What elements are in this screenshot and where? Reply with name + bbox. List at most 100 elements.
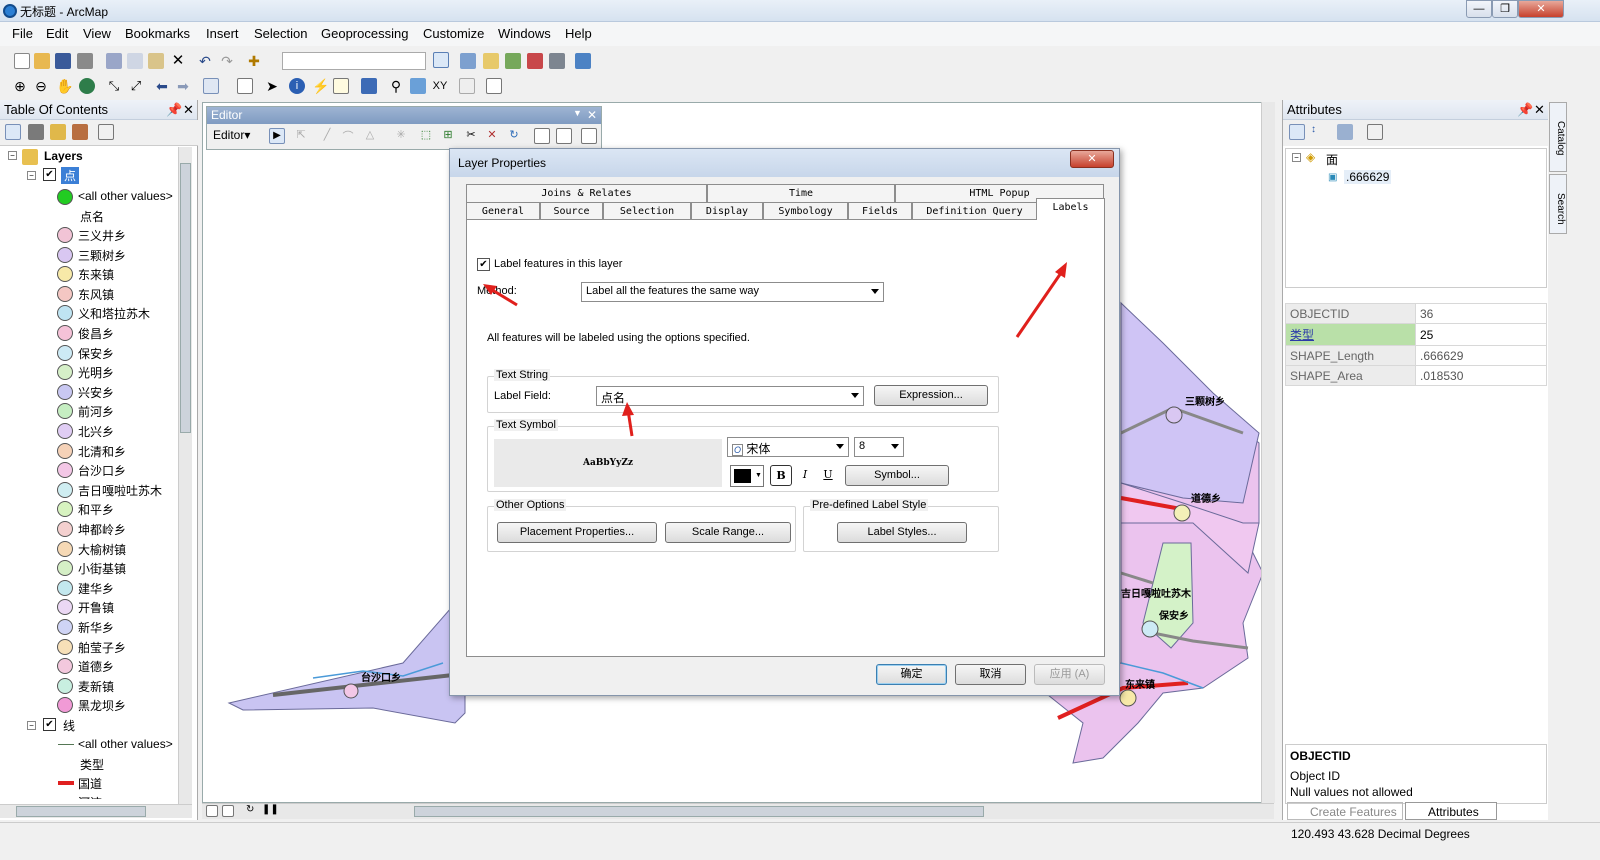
tab-selection[interactable]: Selection <box>603 202 691 220</box>
attribute-row[interactable]: OBJECTID 36 <box>1285 303 1547 324</box>
map-vscrollbar[interactable] <box>1261 102 1275 803</box>
tab-general[interactable]: General <box>466 202 540 220</box>
attribute-field-value[interactable]: .018530 <box>1415 365 1547 386</box>
layer-lines-toggle[interactable]: − <box>27 721 36 730</box>
select-elements-icon[interactable]: ➤ <box>264 78 280 94</box>
zoom-in-icon[interactable]: ⊕ <box>12 78 28 94</box>
split-icon[interactable]: ✕ <box>484 128 500 144</box>
measure-icon[interactable] <box>361 78 377 94</box>
pan-icon[interactable]: ✋ <box>56 78 73 94</box>
toc-hscroll-thumb[interactable] <box>16 806 146 817</box>
fixed-zoom-in-icon[interactable]: ⤡ <box>106 78 122 94</box>
menu-help[interactable]: Help <box>565 26 592 41</box>
menu-geoprocessing[interactable]: Geoprocessing <box>321 26 408 41</box>
tab-display[interactable]: Display <box>691 202 763 220</box>
forward-extent-icon[interactable]: ➡ <box>175 78 191 94</box>
copy-icon[interactable] <box>127 53 143 69</box>
scale-combo[interactable] <box>282 52 426 70</box>
tab-time[interactable]: Time <box>707 184 895 202</box>
editor-toolbar-icon[interactable] <box>433 52 449 68</box>
open-folder-icon[interactable] <box>34 53 50 69</box>
menu-file[interactable]: File <box>12 26 33 41</box>
select-features-icon[interactable] <box>203 78 219 94</box>
create-features-icon[interactable] <box>581 128 597 144</box>
print-icon[interactable] <box>77 53 93 69</box>
close-window-button[interactable]: ✕ <box>1518 0 1564 18</box>
attribute-field-value[interactable]: 36 <box>1415 303 1547 324</box>
attr-options-icon[interactable] <box>1367 124 1383 140</box>
cut-icon[interactable] <box>106 53 122 69</box>
tree-root-label[interactable]: 面 <box>1326 151 1338 168</box>
toc-scrollbar[interactable] <box>178 147 192 804</box>
tab-attributes[interactable]: Attributes <box>1405 802 1497 820</box>
undo-icon[interactable]: ↶ <box>197 53 213 69</box>
editor-menu[interactable]: Editor▾ <box>213 128 250 142</box>
layer-lines-name[interactable]: 线 <box>63 717 75 734</box>
time-slider-icon[interactable] <box>459 78 475 94</box>
edit-vertices-icon[interactable]: ⬚ <box>418 128 434 144</box>
arctoolbox-icon[interactable] <box>527 53 543 69</box>
toc-close-icon[interactable]: ✕ <box>183 102 194 118</box>
hyperlink-icon[interactable]: ⚡ <box>312 78 329 94</box>
pin-icon[interactable]: 📌 <box>166 102 182 118</box>
menu-customize[interactable]: Customize <box>423 26 484 41</box>
side-tab-catalog[interactable]: Catalog <box>1549 102 1567 172</box>
layers-frame-label[interactable]: Layers <box>44 149 83 163</box>
editor-close-icon[interactable]: ✕ <box>587 108 597 122</box>
list-by-visibility-icon[interactable] <box>50 124 66 140</box>
attribute-field-value[interactable]: .666629 <box>1415 345 1547 366</box>
menu-insert[interactable]: Insert <box>206 26 239 41</box>
pause-drawing-icon[interactable]: ❚❚ <box>262 804 279 820</box>
layer-points-name[interactable]: 点 <box>61 167 80 184</box>
attributes-close-icon[interactable]: ✕ <box>1534 102 1545 118</box>
minimize-button[interactable]: — <box>1466 0 1492 18</box>
attribute-field-value[interactable]: 25 <box>1415 323 1547 346</box>
tab-definition-query[interactable]: Definition Query <box>912 202 1037 220</box>
attribute-row[interactable]: 类型 25 <box>1285 323 1547 346</box>
zoom-out-icon[interactable]: ⊖ <box>33 78 49 94</box>
create-viewer-icon[interactable] <box>486 78 502 94</box>
refresh-icon[interactable]: ↻ <box>246 804 262 820</box>
html-popup-icon[interactable] <box>333 78 349 94</box>
find-route-icon[interactable] <box>410 78 426 94</box>
toc-hscrollbar[interactable] <box>0 804 192 818</box>
toc-options-icon[interactable] <box>98 124 114 140</box>
trace-icon[interactable]: △ <box>362 128 378 144</box>
toc-window-icon[interactable] <box>460 53 476 69</box>
maximize-button[interactable]: ❐ <box>1492 0 1518 18</box>
map-hscroll-thumb[interactable] <box>414 806 984 817</box>
tab-source[interactable]: Source <box>540 202 603 220</box>
menu-view[interactable]: View <box>83 26 111 41</box>
menu-selection[interactable]: Selection <box>254 26 307 41</box>
new-document-icon[interactable] <box>14 53 30 69</box>
tab-symbology[interactable]: Symbology <box>763 202 848 220</box>
paste-icon[interactable] <box>148 53 164 69</box>
python-window-icon[interactable] <box>549 53 565 69</box>
editor-dropdown-icon[interactable]: ▼ <box>573 108 582 118</box>
add-data-icon[interactable]: ✚ <box>246 53 262 69</box>
attributes-pin-icon[interactable]: 📌 <box>1517 102 1533 118</box>
save-icon[interactable] <box>55 53 71 69</box>
find-icon[interactable]: ⚲ <box>388 78 404 94</box>
go-to-xy-icon[interactable]: XY <box>432 78 448 94</box>
catalog-icon[interactable] <box>483 53 499 69</box>
menu-edit[interactable]: Edit <box>46 26 68 41</box>
layout-view-icon[interactable] <box>222 805 234 817</box>
layer-lines-checkbox[interactable]: ✔ <box>43 718 56 731</box>
identify-icon[interactable]: i <box>289 78 305 94</box>
back-extent-icon[interactable]: ⬅ <box>154 78 170 94</box>
straight-segment-icon[interactable]: ╱ <box>319 128 335 144</box>
tab-fields[interactable]: Fields <box>848 202 912 220</box>
attr-splitter[interactable] <box>1285 290 1547 304</box>
ok-button[interactable]: 确定 <box>876 664 947 685</box>
fixed-zoom-out-icon[interactable]: ⤢ <box>128 78 144 94</box>
search-window-icon[interactable] <box>505 53 521 69</box>
menu-bookmarks[interactable]: Bookmarks <box>125 26 190 41</box>
modelbuilder-icon[interactable] <box>575 53 591 69</box>
attr-sort-icon[interactable]: ↕ <box>1311 124 1327 140</box>
full-extent-icon[interactable] <box>79 78 95 94</box>
attributes-window-icon[interactable] <box>534 128 550 144</box>
layer-points-toggle[interactable]: − <box>27 171 36 180</box>
tab-joins-relates[interactable]: Joins & Relates <box>466 184 707 202</box>
tree-child-label[interactable]: .666629 <box>1344 170 1392 184</box>
